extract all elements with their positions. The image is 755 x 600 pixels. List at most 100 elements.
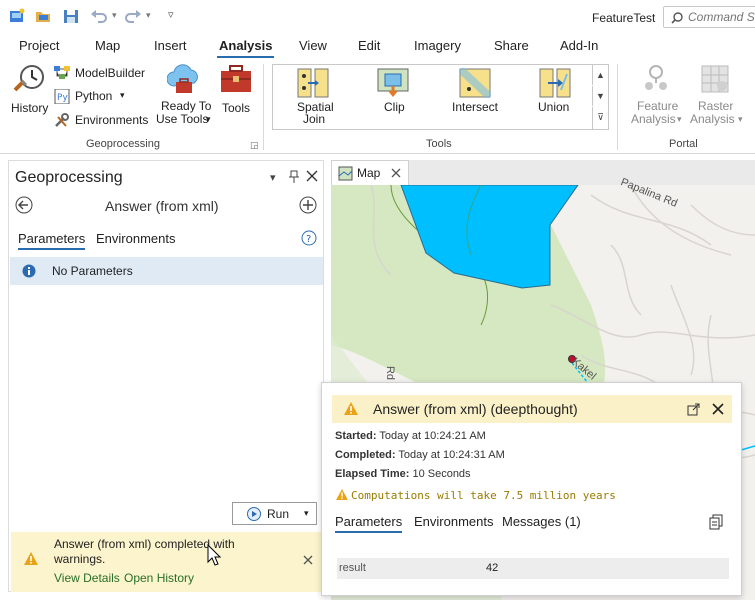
undo-dropdown-icon[interactable]: ▾ <box>112 10 117 21</box>
union-tool[interactable]: Union <box>525 67 585 127</box>
gallery-expand-icon[interactable]: ⊽ <box>592 107 608 129</box>
save-icon[interactable] <box>62 8 80 24</box>
close-popup-icon[interactable] <box>712 403 724 415</box>
completed-line: Completed: Today at 10:24:31 AM <box>335 449 505 461</box>
popup-title: Answer (from xml) (deepthought) <box>373 401 578 417</box>
intersect-tool[interactable]: Intersect <box>443 67 507 127</box>
popup-tab-environments[interactable]: Environments <box>414 514 493 529</box>
clip-tool[interactable]: Clip <box>363 67 423 127</box>
pane-options-icon[interactable]: ▾ <box>270 171 276 184</box>
tab-map[interactable]: Map <box>95 38 120 53</box>
close-map-tab-icon[interactable] <box>391 168 401 178</box>
tab-insert[interactable]: Insert <box>154 38 187 53</box>
feature-analysis-label-2: Analysis <box>631 112 676 126</box>
portal-group-label: Portal <box>669 138 698 150</box>
open-project-icon[interactable] <box>34 8 52 24</box>
spatial-join-tool[interactable]: Spatial Join <box>281 67 345 127</box>
close-notification-icon[interactable] <box>303 555 313 565</box>
tool-name: Answer (from xml) <box>105 198 219 214</box>
mouse-cursor-icon <box>207 544 221 566</box>
raster-analysis-button[interactable]: Raster Analysis ▾ <box>688 64 746 130</box>
warning-icon <box>24 552 38 565</box>
tools-group-label: Tools <box>426 138 452 150</box>
map-tab[interactable]: Map <box>331 160 409 185</box>
road-label-rd: Rd <box>384 365 397 381</box>
close-icon[interactable] <box>306 170 318 182</box>
group-separator <box>617 64 618 150</box>
python-button[interactable]: Py Python ▾ <box>54 88 134 106</box>
customize-icon[interactable]: ▿ <box>168 8 174 21</box>
popup-tab-parameters[interactable]: Parameters <box>335 514 403 533</box>
python-icon: Py <box>54 89 70 104</box>
tab-view[interactable]: View <box>299 38 327 53</box>
feature-analysis-label-1: Feature <box>637 99 679 113</box>
gallery-scroll-down-icon[interactable]: ▼ <box>592 86 608 106</box>
environments-button[interactable]: Environments <box>54 112 154 130</box>
ribbon-tabs: Project Map Insert Analysis View Edit Im… <box>0 34 755 60</box>
modelbuilder-icon <box>54 66 70 79</box>
toolbox-icon <box>221 65 251 92</box>
command-search-input[interactable] <box>688 10 755 24</box>
history-button[interactable]: History <box>8 64 52 116</box>
geoprocessing-group-label: Geoprocessing <box>86 138 160 150</box>
feature-analysis-button[interactable]: Feature Analysis ▾ <box>629 64 685 130</box>
no-parameters-text: No Parameters <box>52 264 133 278</box>
copy-icon[interactable] <box>709 514 723 530</box>
spatial-join-icon <box>297 68 329 98</box>
tab-project[interactable]: Project <box>19 38 59 53</box>
completion-notification: Answer (from xml) completed with warning… <box>11 532 323 592</box>
run-dropdown-icon[interactable]: ▾ <box>304 508 309 519</box>
tab-add-in[interactable]: Add-In <box>560 38 598 53</box>
command-search[interactable] <box>663 6 755 28</box>
environments-label: Environments <box>75 113 149 127</box>
tab-imagery[interactable]: Imagery <box>414 38 461 53</box>
tools-button[interactable]: Tools <box>218 64 256 116</box>
back-icon[interactable] <box>15 196 33 214</box>
cloud-tools-icon <box>167 64 198 93</box>
ready-to-use-dropdown-icon: ▾ <box>206 114 211 124</box>
pin-icon[interactable] <box>288 170 300 184</box>
new-project-icon[interactable] <box>8 8 26 24</box>
warning-message-icon <box>336 489 348 500</box>
result-row: result 42 <box>337 558 729 579</box>
geoprocessing-pane: Geoprocessing ▾ Answer (from xml) Parame… <box>8 160 324 592</box>
clip-label: Clip <box>384 100 405 114</box>
completed-value: Today at 10:24:31 AM <box>398 449 505 461</box>
tools-gallery: Spatial Join Clip Intersect Union ▲ ▼ ⊽ <box>272 64 609 130</box>
python-dropdown-icon: ▾ <box>120 90 125 100</box>
view-details-link[interactable]: View Details <box>54 571 120 585</box>
tools-label: Tools <box>222 101 251 115</box>
tab-parameters[interactable]: Parameters <box>18 231 86 250</box>
pop-out-icon[interactable] <box>687 403 700 416</box>
modelbuilder-button[interactable]: ModelBuilder <box>54 65 154 83</box>
redo-dropdown-icon[interactable]: ▾ <box>146 10 151 21</box>
result-value: 42 <box>486 562 499 574</box>
raster-analysis-icon <box>701 65 729 93</box>
help-icon[interactable]: ? <box>301 230 317 246</box>
ready-to-use-label-2: Use Tools <box>156 112 209 126</box>
undo-icon[interactable] <box>90 8 108 24</box>
ready-to-use-label-1: Ready To <box>161 99 212 113</box>
popup-tab-messages[interactable]: Messages (1) <box>502 514 581 529</box>
history-label: History <box>11 101 49 115</box>
add-icon[interactable] <box>299 196 317 214</box>
no-parameters-row: No Parameters <box>10 257 323 285</box>
tab-analysis[interactable]: Analysis <box>216 38 275 58</box>
ready-to-use-tools-button[interactable]: Ready To Use Tools ▾ <box>155 64 213 132</box>
raster-analysis-label-2: Analysis <box>690 112 735 126</box>
history-icon <box>13 65 44 92</box>
redo-icon[interactable] <box>124 8 142 24</box>
tab-environments[interactable]: Environments <box>96 231 175 246</box>
group-separator <box>263 64 264 150</box>
raster-analysis-label-1: Raster <box>698 99 734 113</box>
tab-edit[interactable]: Edit <box>358 38 380 53</box>
gallery-scroll-up-icon[interactable]: ▲ <box>592 65 608 85</box>
intersect-icon <box>459 68 491 98</box>
spatial-join-label-2: Join <box>303 112 326 126</box>
tab-share[interactable]: Share <box>494 38 529 53</box>
ribbon: History ModelBuilder Py Python ▾ Environ… <box>0 60 755 154</box>
open-history-link[interactable]: Open History <box>124 571 194 585</box>
clip-icon <box>377 68 409 97</box>
run-button[interactable]: Run ▾ <box>232 502 317 525</box>
group-launcher-icon[interactable]: ◲ <box>250 140 259 151</box>
